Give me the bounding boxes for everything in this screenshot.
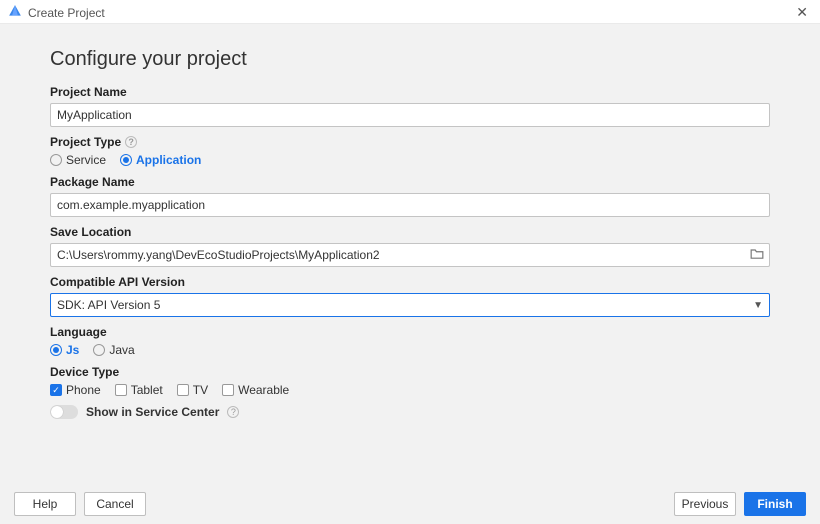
dialog-content: Configure your project Project Name Proj… [0, 24, 820, 419]
label-project-name: Project Name [50, 85, 770, 99]
radio-application[interactable]: Application [120, 153, 201, 167]
cancel-button[interactable]: Cancel [84, 492, 146, 516]
checkbox-tv[interactable]: TV [177, 383, 208, 397]
radio-js[interactable]: Js [50, 343, 79, 357]
radio-icon [120, 154, 132, 166]
checkbox-wearable[interactable]: Wearable [222, 383, 289, 397]
folder-icon[interactable] [750, 248, 764, 263]
label-show-service: Show in Service Center [86, 405, 219, 419]
checkbox-icon [177, 384, 189, 396]
show-service-toggle[interactable] [50, 405, 78, 419]
checkbox-phone[interactable]: ✓ Phone [50, 383, 101, 397]
dialog-footer: Help Cancel Previous Finish [0, 492, 820, 516]
radio-icon [50, 344, 62, 356]
project-name-input[interactable] [50, 103, 770, 127]
label-project-type: Project Type ? [50, 135, 770, 149]
radio-icon [50, 154, 62, 166]
previous-button[interactable]: Previous [674, 492, 736, 516]
checkbox-icon: ✓ [50, 384, 62, 396]
finish-button[interactable]: Finish [744, 492, 806, 516]
package-name-input[interactable] [50, 193, 770, 217]
window-title: Create Project [28, 6, 105, 20]
radio-icon [93, 344, 105, 356]
label-language: Language [50, 325, 770, 339]
app-logo-icon [8, 4, 22, 21]
api-version-value: SDK: API Version 5 [57, 298, 160, 312]
api-version-select[interactable]: SDK: API Version 5 ▼ [50, 293, 770, 317]
label-device-type: Device Type [50, 365, 770, 379]
close-icon[interactable]: ✕ [792, 4, 812, 21]
page-title: Configure your project [50, 48, 770, 71]
label-api-version: Compatible API Version [50, 275, 770, 289]
help-icon[interactable]: ? [227, 406, 239, 418]
checkbox-icon [115, 384, 127, 396]
radio-service[interactable]: Service [50, 153, 106, 167]
checkbox-icon [222, 384, 234, 396]
help-button[interactable]: Help [14, 492, 76, 516]
save-location-input[interactable] [50, 243, 770, 267]
chevron-down-icon: ▼ [753, 300, 763, 311]
help-icon[interactable]: ? [125, 136, 137, 148]
label-package-name: Package Name [50, 175, 770, 189]
titlebar: Create Project ✕ [0, 0, 820, 24]
label-save-location: Save Location [50, 225, 770, 239]
checkbox-tablet[interactable]: Tablet [115, 383, 163, 397]
radio-java[interactable]: Java [93, 343, 134, 357]
